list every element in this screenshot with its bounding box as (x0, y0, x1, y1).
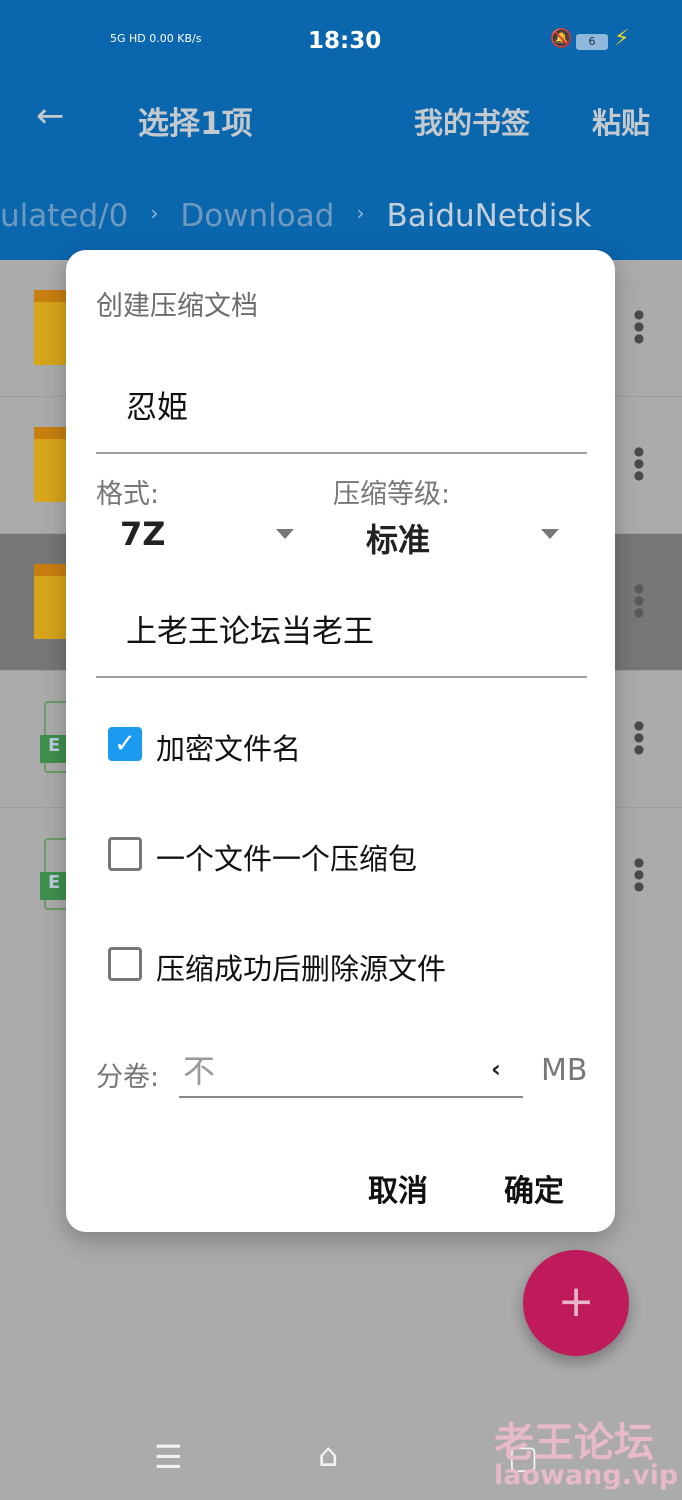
battery-icon: 6 (576, 34, 608, 50)
chevron-left-icon[interactable]: ‹ (491, 1055, 501, 1083)
dropdown-arrow-icon[interactable] (541, 529, 559, 539)
watermark-url: laowang.vip (494, 1460, 679, 1491)
format-label: 格式: (96, 479, 160, 510)
cancel-button[interactable]: 取消 (368, 1166, 428, 1210)
split-label: 分卷: (96, 1062, 160, 1093)
dialog-title: 创建压缩文档 (96, 291, 258, 322)
paste-button[interactable]: 粘贴 (592, 100, 650, 142)
delete-source-checkbox[interactable] (108, 947, 142, 981)
breadcrumb-current[interactable]: BaiduNetdisk (386, 198, 591, 234)
network-type: 5G HD (110, 32, 146, 45)
format-select[interactable]: 7Z (120, 515, 165, 553)
network-speed: 0.00 KB/s (149, 32, 202, 45)
arrow-left-icon[interactable]: ← (36, 96, 65, 136)
checkbox-label: 一个文件一个压缩包 (156, 842, 418, 876)
charging-icon: ⚡ (614, 26, 630, 51)
password-input[interactable]: 上老王论坛当老王 (96, 594, 587, 678)
chevron-right-icon: › (356, 201, 365, 225)
level-label: 压缩等级: (333, 479, 451, 510)
add-fab-button[interactable]: + (523, 1250, 629, 1356)
checkbox-label: 压缩成功后删除源文件 (156, 952, 447, 986)
home-icon[interactable]: ⌂ (318, 1436, 338, 1474)
more-vert-icon[interactable]: ● ● ● (632, 719, 646, 755)
chevron-right-icon: › (150, 201, 159, 225)
mute-bell-icon: 🔕 (550, 28, 573, 49)
bookmarks-button[interactable]: 我的书签 (414, 100, 530, 142)
page-title: 选择1项 (138, 106, 253, 142)
checkbox-label: 加密文件名 (156, 732, 302, 766)
breadcrumb-item[interactable]: ulated/0 (0, 198, 128, 234)
plus-icon: + (557, 1276, 595, 1327)
network-status: 5G HD 0.00 KB/s (110, 32, 201, 45)
create-archive-dialog: 创建压缩文档 忍姫 格式: 压缩等级: 7Z 标准 上老王论坛当老王 ✓ 加密文… (66, 250, 615, 1232)
more-vert-icon[interactable]: ● ● ● (632, 582, 646, 618)
level-select[interactable]: 标准 (366, 515, 430, 561)
more-vert-icon[interactable]: ● ● ● (632, 856, 646, 892)
breadcrumb-item[interactable]: Download (180, 198, 334, 234)
dropdown-arrow-icon[interactable] (276, 529, 294, 539)
more-vert-icon[interactable]: ● ● ● (632, 445, 646, 481)
archive-name-input[interactable]: 忍姫 (96, 368, 587, 454)
encrypt-filenames-checkbox[interactable]: ✓ (108, 727, 142, 761)
split-size-input[interactable]: 不 (179, 1046, 523, 1098)
more-vert-icon[interactable]: ● ● ● (632, 308, 646, 344)
one-archive-per-file-checkbox[interactable] (108, 837, 142, 871)
unit-label: MB (541, 1053, 588, 1088)
breadcrumb: ulated/0 › Download › BaiduNetdisk (0, 198, 591, 234)
clock: 18:30 (308, 28, 382, 54)
ok-button[interactable]: 确定 (504, 1166, 564, 1210)
menu-icon[interactable]: ☰ (154, 1438, 183, 1476)
